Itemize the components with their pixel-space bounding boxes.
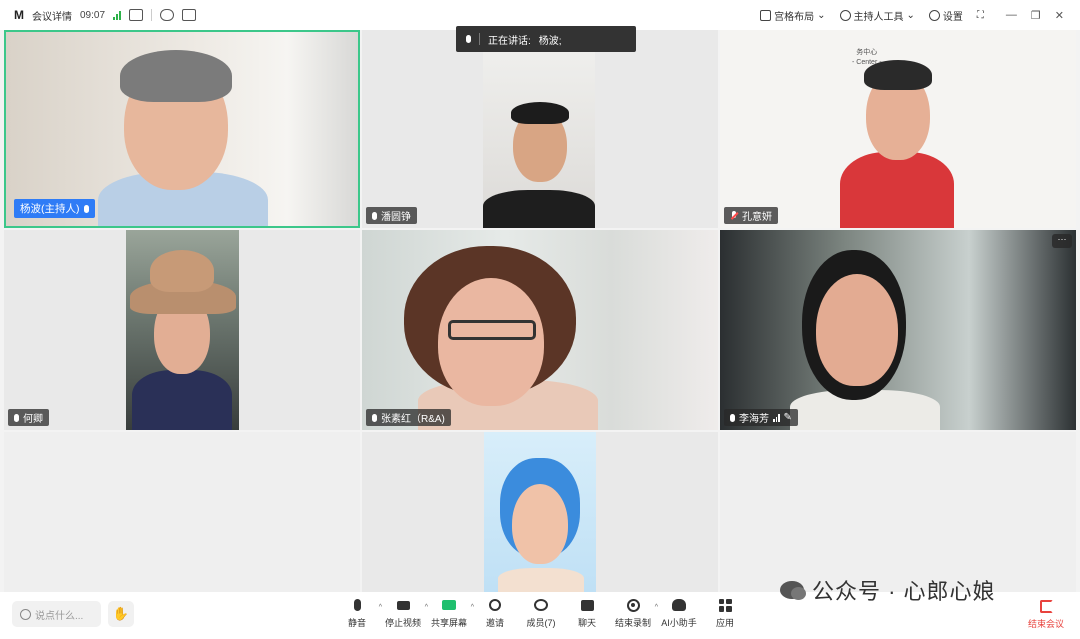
speaking-label: 正在讲话: <box>488 35 531 47</box>
participant-body <box>483 190 595 228</box>
divider <box>479 33 480 45</box>
share-screen-button[interactable]: 共享屏幕 ^ <box>426 598 474 629</box>
video-feed: 务中心 - Center - <box>720 30 1076 228</box>
invite-icon <box>488 598 503 612</box>
mic-icon <box>730 413 735 422</box>
name-tag: 李海芳 ✎ <box>724 409 798 426</box>
mic-icon <box>350 598 365 612</box>
ai-assistant-button[interactable]: AI小助手 <box>656 598 702 629</box>
participant-hair <box>864 60 932 90</box>
chat-input[interactable]: 说点什么... <box>12 601 101 627</box>
mic-icon <box>14 413 19 422</box>
meeting-details-link[interactable]: 会议详情 <box>32 8 72 23</box>
name-tag: 何卿 <box>8 409 49 426</box>
mic-muted-icon <box>730 211 738 220</box>
video-feed <box>484 432 596 592</box>
chevron-down-icon: ⌄ <box>906 9 915 21</box>
network-signal-icon <box>773 413 780 422</box>
fullscreen-icon[interactable]: ⛶ <box>977 10 984 21</box>
participant-body <box>132 370 232 430</box>
video-tile[interactable]: ··· 李海芳 ✎ <box>720 230 1076 430</box>
record-icon <box>626 598 641 612</box>
pen-icon: ✎ <box>783 412 792 423</box>
video-feed <box>6 32 358 226</box>
mic-icon <box>466 35 471 43</box>
watermark: 公众号 · 心郎心娘 <box>780 574 996 606</box>
mic-icon <box>372 211 377 220</box>
wechat-icon <box>780 581 806 600</box>
participant-hair <box>511 102 569 124</box>
settings-button[interactable]: 设置 <box>928 8 963 23</box>
participant-hat-crown <box>150 250 214 292</box>
raise-hand-button[interactable]: ✋ <box>108 601 134 627</box>
video-grid: 杨波(主持人) 潘圆铮 务中心 - Center - 孔意妍 何卿 张素红（R&… <box>4 30 1076 592</box>
mute-button[interactable]: 静音 ^ <box>334 598 382 629</box>
members-icon <box>534 598 549 612</box>
chevron-down-icon: ⌄ <box>817 9 826 21</box>
video-tile-empty <box>4 432 360 592</box>
app-logo-icon: M <box>14 8 24 22</box>
external-link-icon[interactable] <box>129 9 144 21</box>
video-tile[interactable]: 潘圆铮 <box>362 30 718 228</box>
apps-button[interactable]: 应用 <box>702 598 748 629</box>
emoji-icon[interactable] <box>20 608 31 620</box>
name-tag: 张素红（R&A) <box>366 409 451 426</box>
glasses-icon <box>448 320 536 340</box>
end-meeting-button[interactable]: 结束会议 <box>1024 600 1068 630</box>
participant-hair <box>120 50 232 102</box>
cloud-icon[interactable] <box>160 9 175 21</box>
participant-body <box>840 152 954 228</box>
minimize-icon[interactable]: — <box>1006 9 1017 22</box>
camera-icon <box>396 598 411 612</box>
participant-face <box>438 278 544 406</box>
video-tile[interactable]: 务中心 - Center - 孔意妍 <box>720 30 1076 228</box>
speaking-indicator: 正在讲话: 杨波; <box>456 26 636 52</box>
video-tile-empty <box>720 432 1076 592</box>
video-feed <box>126 230 239 430</box>
grid-icon <box>760 9 772 21</box>
restore-icon[interactable]: ❐ <box>1031 9 1041 22</box>
invite-button[interactable]: 邀请 <box>472 598 518 629</box>
video-feed <box>720 230 1076 430</box>
ai-assistant-icon <box>672 598 687 612</box>
divider <box>151 9 153 21</box>
video-feed <box>362 230 718 430</box>
mic-icon <box>83 204 89 213</box>
chat-button[interactable]: 聊天 <box>564 598 610 629</box>
shield-icon <box>839 9 851 21</box>
chat-icon <box>580 598 595 612</box>
video-feed <box>483 30 595 228</box>
participant-face <box>816 274 898 386</box>
name-tag: 潘圆铮 <box>366 207 417 224</box>
share-screen-icon <box>442 598 457 612</box>
video-tile-host[interactable]: 杨波(主持人) <box>4 30 360 228</box>
apps-icon <box>718 598 733 612</box>
name-tag: 杨波(主持人) <box>14 199 95 218</box>
video-tile[interactable]: 何卿 <box>4 230 360 430</box>
video-tile[interactable]: 张素红（R&A) <box>362 230 718 430</box>
signal-icon[interactable] <box>113 10 122 20</box>
close-icon[interactable]: ✕ <box>1055 9 1064 22</box>
name-tag: 孔意妍 <box>724 207 778 224</box>
hand-icon: ✋ <box>112 606 130 621</box>
toolbar-buttons: 静音 ^ 停止视频 ^ 共享屏幕 ^ 邀请 成员(7) 聊天 结束录制 ^ AI… <box>334 598 748 629</box>
stop-video-button[interactable]: 停止视频 ^ <box>380 598 428 629</box>
security-icon[interactable] <box>182 9 197 21</box>
participant-face <box>512 484 568 564</box>
exit-icon <box>1039 600 1053 613</box>
layout-button[interactable]: 宫格布局 ⌄ <box>760 8 826 23</box>
host-tools-button[interactable]: 主持人工具 ⌄ <box>839 8 915 23</box>
mic-icon <box>372 413 377 422</box>
gear-icon <box>928 9 940 21</box>
stop-recording-button[interactable]: 结束录制 ^ <box>610 598 658 629</box>
speaking-name: 杨波; <box>538 35 562 47</box>
meeting-time: 09:07 <box>80 9 106 21</box>
members-button[interactable]: 成员(7) <box>518 598 564 629</box>
more-options-button[interactable]: ··· <box>1052 234 1072 248</box>
participant-body <box>498 568 584 592</box>
video-tile[interactable] <box>362 432 718 592</box>
